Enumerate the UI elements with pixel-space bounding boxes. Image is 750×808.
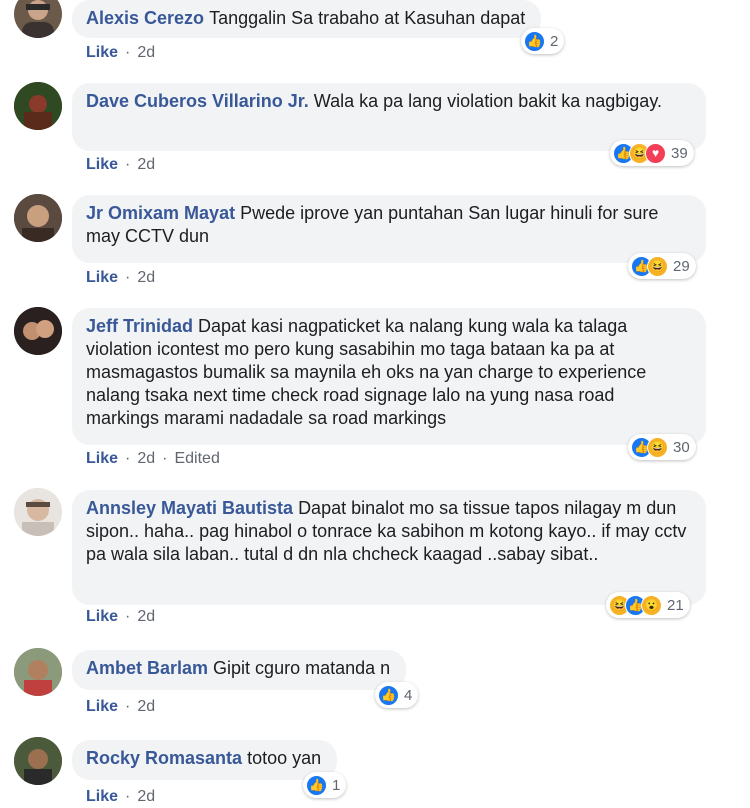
comment-author[interactable]: Rocky Romasanta bbox=[86, 748, 242, 768]
reaction-summary[interactable]: 👍 4 bbox=[375, 682, 419, 708]
reaction-count: 29 bbox=[673, 257, 690, 275]
like-link[interactable]: Like bbox=[86, 156, 118, 173]
avatar[interactable] bbox=[14, 194, 62, 242]
comment-author[interactable]: Dave Cuberos Villarino Jr. bbox=[86, 91, 309, 111]
reaction-count: 2 bbox=[550, 32, 559, 50]
comment-bubble: Annsley Mayati Bautista Dapat binalot mo … bbox=[72, 490, 706, 605]
separator-dot: · bbox=[162, 450, 168, 467]
separator-dot: · bbox=[125, 788, 131, 805]
comment-timestamp[interactable]: 2d bbox=[137, 608, 155, 625]
reaction-summary[interactable]: 😆 👍 😮 21 bbox=[606, 592, 690, 618]
comment-timestamp[interactable]: 2d bbox=[137, 44, 155, 61]
separator-dot: · bbox=[125, 450, 131, 467]
reaction-summary[interactable]: 👍 😆 ♥ 39 bbox=[610, 140, 694, 166]
avatar[interactable] bbox=[14, 0, 62, 38]
comment-author[interactable]: Ambet Barlam bbox=[86, 658, 208, 678]
reaction-count: 39 bbox=[671, 144, 688, 162]
comment-author[interactable]: Annsley Mayati Bautista bbox=[86, 498, 293, 518]
comment-author[interactable]: Jr Omixam Mayat bbox=[86, 203, 235, 223]
comment-timestamp[interactable]: 2d bbox=[137, 698, 155, 715]
comment-bubble: Rocky Romasanta totoo yan bbox=[72, 740, 338, 780]
like-reaction-icon: 👍 bbox=[378, 684, 399, 706]
reaction-summary[interactable]: 👍 1 bbox=[303, 772, 347, 798]
avatar[interactable] bbox=[14, 648, 62, 696]
separator-dot: · bbox=[125, 608, 131, 625]
avatar[interactable] bbox=[14, 488, 62, 536]
wow-reaction-icon: 😮 bbox=[641, 594, 662, 616]
comment-actions: Like · 2d bbox=[86, 268, 155, 288]
comment-author[interactable]: Jeff Trinidad bbox=[86, 316, 193, 336]
comment-timestamp[interactable]: 2d bbox=[137, 788, 155, 805]
like-reaction-icon: 👍 bbox=[306, 774, 327, 796]
like-link[interactable]: Like bbox=[86, 44, 118, 61]
reaction-count: 21 bbox=[667, 596, 684, 614]
separator-dot: · bbox=[125, 156, 131, 173]
like-link[interactable]: Like bbox=[86, 608, 118, 625]
reaction-count: 30 bbox=[673, 438, 690, 456]
like-link[interactable]: Like bbox=[86, 698, 118, 715]
reaction-summary[interactable]: 👍 😆 30 bbox=[628, 434, 696, 460]
separator-dot: · bbox=[125, 698, 131, 715]
comment-actions: Like · 2d bbox=[86, 43, 155, 63]
comment-bubble: Dave Cuberos Villarino Jr. Wala ka pa lan… bbox=[72, 83, 706, 151]
reaction-summary[interactable]: 👍 2 bbox=[521, 28, 565, 54]
haha-reaction-icon: 😆 bbox=[647, 255, 668, 277]
comment-timestamp[interactable]: 2d bbox=[137, 156, 155, 173]
comment-timestamp[interactable]: 2d bbox=[137, 269, 155, 286]
avatar[interactable] bbox=[14, 737, 62, 785]
like-link[interactable]: Like bbox=[86, 450, 118, 467]
love-reaction-icon: ♥ bbox=[645, 142, 666, 164]
avatar[interactable] bbox=[14, 82, 62, 130]
comment-actions: Like · 2d bbox=[86, 787, 155, 807]
comment-author[interactable]: Alexis Cerezo bbox=[86, 8, 204, 28]
edited-label[interactable]: Edited bbox=[174, 450, 219, 467]
comment-timestamp[interactable]: 2d bbox=[137, 450, 155, 467]
haha-reaction-icon: 😆 bbox=[647, 436, 668, 458]
reaction-summary[interactable]: 👍 😆 29 bbox=[628, 253, 696, 279]
comment-actions: Like · 2d bbox=[86, 697, 155, 717]
reaction-count: 4 bbox=[404, 686, 413, 704]
comment-text: totoo yan bbox=[247, 748, 322, 768]
comment-bubble: Ambet Barlam Gipit cguro matanda n bbox=[72, 650, 407, 690]
comment-actions: Like · 2d bbox=[86, 607, 155, 627]
separator-dot: · bbox=[125, 269, 131, 286]
reaction-count: 1 bbox=[332, 776, 341, 794]
comment-text: Gipit cguro matanda n bbox=[213, 658, 391, 678]
comment-actions: Like · 2d · Edited bbox=[86, 449, 220, 469]
avatar[interactable] bbox=[14, 307, 62, 355]
like-link[interactable]: Like bbox=[86, 269, 118, 286]
comment-actions: Like · 2d bbox=[86, 155, 155, 175]
comment-bubble: Jeff Trinidad Dapat kasi nagpaticket ka n… bbox=[72, 308, 706, 445]
comment-bubble: Alexis Cerezo Tanggalin Sa trabaho at Kas… bbox=[72, 0, 542, 38]
comment-text: Wala ka pa lang violation bakit ka nagbi… bbox=[313, 91, 662, 111]
like-link[interactable]: Like bbox=[86, 788, 118, 805]
comment-text: Tanggalin Sa trabaho at Kasuhan dapat bbox=[209, 8, 526, 28]
like-reaction-icon: 👍 bbox=[524, 30, 545, 52]
comment-bubble: Jr Omixam Mayat Pwede iprove yan puntahan… bbox=[72, 195, 706, 263]
separator-dot: · bbox=[125, 44, 131, 61]
